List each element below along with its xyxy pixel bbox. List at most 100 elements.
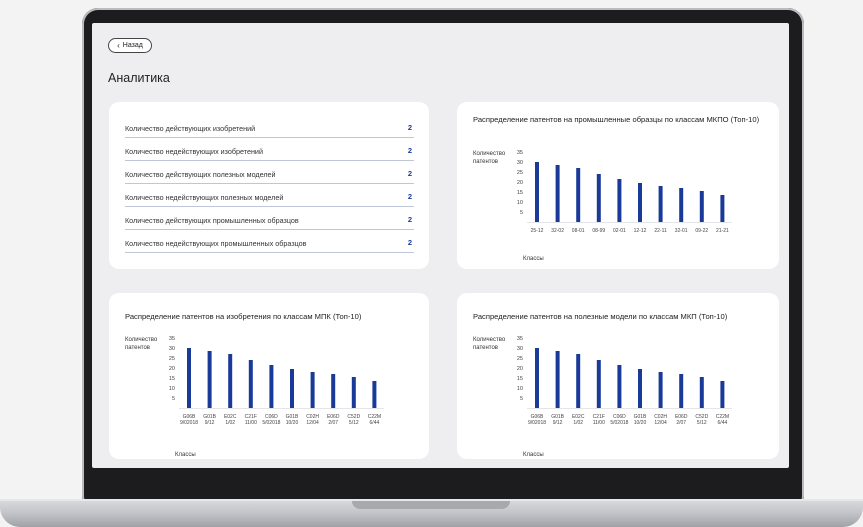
- chart-bar: [290, 369, 294, 408]
- back-button[interactable]: ‹ Назад: [108, 38, 152, 53]
- y-tick-label: 30: [517, 346, 523, 352]
- x-tick-label: G06B 9/02018: [528, 414, 546, 426]
- x-tick-label: 22-11: [654, 228, 667, 234]
- y-tick-label: 5: [520, 396, 523, 402]
- stat-row: Количество недействующих промышленных об…: [125, 235, 414, 253]
- x-tick-label: G01B 10/20: [634, 414, 647, 426]
- chart-bar: [679, 374, 684, 408]
- y-tick-label: 20: [169, 366, 175, 372]
- y-tick-label: 10: [169, 386, 175, 392]
- x-tick-label: C21F 11/00: [593, 414, 605, 426]
- x-axis-label: Классы: [175, 452, 196, 458]
- chart-bar: [576, 354, 581, 408]
- chart-bar: [699, 191, 704, 222]
- x-tick-label: 25-12: [531, 228, 544, 234]
- bar-chart: 35 30 25 20 15 10 5 G06B 9/02018 G01B 9/12 E02C 1/02…: [517, 336, 732, 426]
- x-tick-label: C22M 6/44: [716, 414, 729, 426]
- y-tick-label: 35: [517, 336, 523, 342]
- y-tick-label: 15: [517, 376, 523, 382]
- x-tick-label: E06D 2/07: [327, 414, 340, 426]
- chart-bar: [617, 365, 622, 408]
- x-tick-label: 08-01: [572, 228, 585, 234]
- chart-bar: [535, 162, 539, 222]
- x-tick-label: C06D 5/02018: [262, 414, 280, 426]
- chart-title: Распределение патентов на изобретения по…: [125, 312, 362, 321]
- y-tick-label: 30: [169, 346, 175, 352]
- x-tick-label: 12-12: [634, 228, 647, 234]
- chart-bar: [351, 377, 356, 408]
- x-tick-label: G01B 9/12: [551, 414, 564, 426]
- x-tick-label: 09-22: [695, 228, 708, 234]
- back-button-label: Назад: [122, 42, 143, 49]
- chart-card-industrial-designs: Распределение патентов на промышленные о…: [457, 102, 779, 269]
- stat-value: 2: [407, 215, 412, 224]
- chart-bar: [720, 195, 725, 222]
- x-tick-label: C02H 12/04: [654, 414, 667, 426]
- chart-bar: [617, 179, 622, 222]
- y-tick-label: 25: [169, 356, 175, 362]
- chart-bar: [187, 348, 191, 408]
- x-axis-label: Классы: [523, 452, 544, 458]
- stat-value: 2: [407, 192, 412, 201]
- stat-label: Количество недействующих промышленных об…: [125, 239, 307, 248]
- x-tick-label: 21-21: [716, 228, 729, 234]
- x-tick-label: C52D 5/12: [695, 414, 708, 426]
- chart-bar: [269, 365, 274, 408]
- stat-label: Количество недействующих полезных моделе…: [125, 193, 284, 202]
- x-tick-label: E02C 1/02: [572, 414, 585, 426]
- x-tick-label: G01B 9/12: [203, 414, 216, 426]
- y-tick-label: 10: [517, 200, 523, 206]
- stat-label: Количество действующих полезных моделей: [125, 170, 276, 179]
- y-tick-label: 35: [169, 336, 175, 342]
- x-tick-label: 32-02: [551, 228, 564, 234]
- chevron-left-icon: ‹: [117, 40, 120, 50]
- laptop-screen: ‹ Назад Аналитика Количество действующих…: [92, 23, 789, 468]
- stat-label: Количество действующих изобретений: [125, 124, 256, 133]
- x-tick-label: 02-01: [613, 228, 626, 234]
- y-tick-label: 25: [517, 170, 523, 176]
- chart-bar: [535, 348, 539, 408]
- stat-row: Количество недействующих полезных моделе…: [125, 189, 414, 207]
- page-title: Аналитика: [108, 71, 170, 85]
- stat-label: Количество недействующих изобретений: [125, 147, 263, 156]
- y-tick-label: 5: [520, 210, 523, 216]
- stat-row: Количество действующих полезных моделей …: [125, 166, 414, 184]
- chart-bar: [679, 188, 684, 222]
- chart-title: Распределение патентов на промышленные о…: [473, 115, 760, 124]
- chart-bar: [596, 174, 601, 222]
- x-tick-label: 32-01: [675, 228, 688, 234]
- x-tick-label: C52D 5/12: [347, 414, 360, 426]
- chart-bar: [248, 360, 253, 408]
- chart-bar: [555, 351, 560, 408]
- x-tick-label: 08-99: [592, 228, 605, 234]
- chart-bar: [228, 354, 233, 408]
- x-tick-label: E06D 2/07: [675, 414, 688, 426]
- stat-value: 2: [407, 169, 412, 178]
- chart-bar: [331, 374, 336, 408]
- chart-bar: [372, 381, 377, 408]
- x-tick-label: C21F 11/00: [245, 414, 257, 426]
- chart-bar: [638, 183, 642, 222]
- y-tick-label: 15: [517, 190, 523, 196]
- chart-bar: [658, 186, 663, 222]
- y-tick-label: 15: [169, 376, 175, 382]
- x-tick-label: C22M 6/44: [368, 414, 381, 426]
- y-tick-label: 20: [517, 366, 523, 372]
- stat-row: Количество недействующих изобретений 2: [125, 143, 414, 161]
- chart-card-utility-models: Распределение патентов на полезные модел…: [457, 293, 779, 459]
- chart-title: Распределение патентов на полезные модел…: [473, 312, 728, 321]
- y-tick-label: 5: [172, 396, 175, 402]
- chart-bar: [207, 351, 212, 408]
- x-axis-label: Классы: [523, 256, 544, 262]
- chart-bar: [658, 372, 663, 408]
- chart-card-inventions: Распределение патентов на изобретения по…: [109, 293, 429, 459]
- chart-bar: [638, 369, 642, 408]
- x-tick-label: C02H 12/04: [306, 414, 319, 426]
- chart-bar: [699, 377, 704, 408]
- stat-row: Количество действующих промышленных обра…: [125, 212, 414, 230]
- stat-label: Количество действующих промышленных обра…: [125, 216, 299, 225]
- stat-value: 2: [407, 146, 412, 155]
- stats-card: Количество действующих изобретений 2 Кол…: [109, 102, 429, 269]
- chart-bar: [720, 381, 725, 408]
- laptop-notch: [352, 501, 510, 509]
